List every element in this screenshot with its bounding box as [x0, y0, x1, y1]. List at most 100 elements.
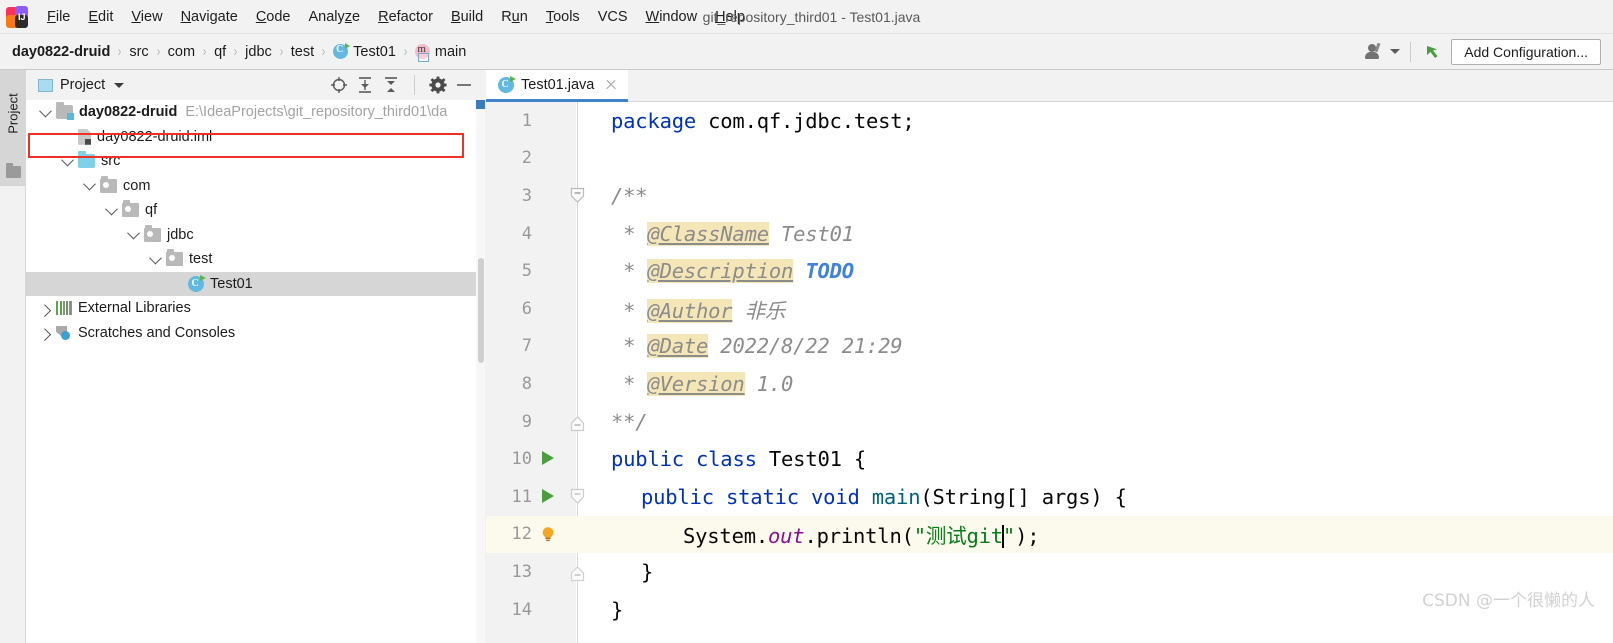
fold-region-end-icon[interactable] [570, 563, 585, 582]
gear-icon[interactable] [425, 73, 451, 97]
code-fragment: com.qf.jdbc.test; [696, 108, 915, 133]
chevron-down-icon[interactable] [78, 177, 100, 191]
breadcrumb-item-test[interactable]: test [291, 44, 314, 60]
menu-item-vcs[interactable]: VCS [589, 7, 637, 27]
javadoc-value: 1.0 [744, 371, 794, 396]
menu-item-analyze[interactable]: Analyze [300, 7, 370, 27]
tree-row-jdbc[interactable]: jdbc [26, 223, 476, 248]
minimize-icon[interactable] [451, 73, 477, 97]
package-icon [100, 175, 117, 193]
tree-row-external-libraries[interactable]: External Libraries [26, 296, 476, 321]
intellij-idea-logo-icon: IJ [6, 5, 28, 28]
menu-item-navigate[interactable]: Navigate [172, 7, 247, 27]
menu-item-view[interactable]: View [122, 7, 171, 27]
chevron-right-icon[interactable] [34, 328, 56, 342]
tree-row-iml-file[interactable]: day0822-druid.iml [26, 125, 476, 150]
editor-tab-label: Test01.java [521, 76, 595, 93]
tree-row-scratches-and-consoles[interactable]: Scratches and Consoles [26, 321, 476, 346]
add-configuration-button[interactable]: Add Configuration... [1451, 38, 1601, 65]
breadcrumb-label: Test01 [353, 43, 396, 60]
tree-row-label: day0822-druid.iml [97, 128, 213, 145]
menu-item-refactor[interactable]: Refactor [369, 7, 442, 27]
menu-item-tools[interactable]: Tools [537, 7, 589, 27]
line-number: 14 [511, 599, 532, 620]
menu-item-build[interactable]: Build [442, 7, 492, 27]
project-tree-scrollbar[interactable] [476, 100, 485, 643]
javadoc-todo: TODO [805, 259, 854, 284]
breadcrumb-item-jdbc[interactable]: jdbc [245, 44, 272, 60]
project-folder-icon [56, 102, 74, 121]
breadcrumb-separator-icon: › [233, 43, 238, 60]
line-number: 8 [521, 373, 532, 394]
menu-item-window[interactable]: Window [637, 7, 707, 27]
user-settings-icon[interactable] [1362, 41, 1388, 63]
breadcrumb-item-src[interactable]: src [129, 44, 148, 60]
run-arrow-icon[interactable] [542, 451, 554, 466]
fold-region-end-icon[interactable] [570, 413, 585, 432]
fold-region-icon[interactable] [570, 187, 585, 204]
code-keyword: class [696, 447, 757, 472]
folder-icon[interactable] [6, 163, 21, 178]
add-configuration-label: Add Configuration... [1464, 43, 1588, 60]
run-arrow-icon[interactable] [542, 489, 554, 503]
fold-region-icon[interactable] [570, 488, 585, 505]
close-icon[interactable] [604, 78, 618, 92]
tree-row-src[interactable]: src [26, 149, 476, 174]
breadcrumb-item-qf[interactable]: qf [214, 44, 226, 60]
scrollbar-thumb[interactable] [478, 258, 484, 363]
code-line: 10 public class Test01 { [486, 440, 1613, 478]
chevron-down-icon[interactable] [100, 202, 122, 216]
code-string: " [1002, 524, 1016, 549]
project-view-icon [38, 78, 53, 92]
breadcrumb-item-main[interactable]: main [414, 43, 466, 62]
toolwindow-tab-project[interactable]: Project [0, 70, 26, 156]
tree-row-day0822-druid[interactable]: day0822-druid E:\IdeaProjects\git_reposi… [26, 100, 476, 125]
vcs-update-icon[interactable] [1421, 41, 1443, 63]
code-fragment: } [641, 559, 654, 584]
tree-row-com[interactable]: com [26, 174, 476, 199]
code-text: * @Version 1.0 [611, 371, 794, 396]
chevron-down-icon[interactable] [114, 82, 125, 88]
chevron-down-icon[interactable] [1390, 49, 1401, 54]
breadcrumb-label: com [167, 43, 196, 60]
iml-file-icon [78, 128, 91, 145]
tree-row-qf[interactable]: qf [26, 198, 476, 223]
breadcrumb-separator-icon: › [118, 43, 122, 60]
editor-tab-test01-java[interactable]: Test01.java [486, 70, 629, 102]
code-line: 3 /** [486, 177, 1613, 215]
toolbar-divider [414, 75, 415, 95]
chevron-down-icon[interactable] [144, 251, 166, 265]
menu-item-edit[interactable]: Edit [79, 7, 122, 27]
breadcrumb-separator-icon: › [202, 43, 207, 60]
left-toolwindow-strip: Project [0, 70, 26, 643]
code-line-current: 12 System.out.println("测试git"); [486, 515, 1613, 554]
chevron-right-icon[interactable] [34, 304, 56, 317]
code-text: public static void main(String[] args) { [641, 485, 1127, 509]
locate-icon[interactable] [326, 73, 352, 97]
expand-all-icon[interactable] [352, 73, 378, 97]
breadcrumb-item-com[interactable]: com [168, 44, 195, 60]
project-panel-title: Project [60, 77, 106, 93]
code-fragment: Test01 { [768, 447, 867, 472]
tree-row-label: day0822-druid [79, 104, 178, 121]
chevron-down-icon[interactable] [34, 104, 56, 118]
menu-item-file[interactable]: File [38, 7, 79, 27]
breadcrumb-item-test01[interactable]: Test01 [333, 43, 396, 60]
line-number: 2 [521, 148, 532, 169]
breadcrumb-item-project[interactable]: day0822-druid [12, 44, 110, 60]
tree-row-test01[interactable]: Test01 [26, 271, 476, 296]
javadoc-value: Test01 [768, 221, 854, 246]
menu-item-run[interactable]: Run [492, 7, 537, 27]
lightbulb-icon[interactable] [541, 526, 555, 543]
collapse-all-icon[interactable] [378, 73, 404, 97]
menu-item-help[interactable]: Help [706, 7, 754, 27]
menu-item-code[interactable]: Code [247, 7, 300, 27]
tree-row-label: com [123, 177, 151, 194]
chevron-down-icon[interactable] [122, 226, 144, 240]
breadcrumb-separator-icon: › [321, 43, 326, 60]
tree-row-test[interactable]: test [26, 247, 476, 272]
code-fragment: ); [1015, 524, 1040, 549]
code-editor[interactable]: 1 package com.qf.jdbc.test; 2 3 /** 4 * … [486, 102, 1613, 643]
chevron-down-icon[interactable] [56, 153, 78, 167]
code-keyword: static [726, 484, 799, 509]
